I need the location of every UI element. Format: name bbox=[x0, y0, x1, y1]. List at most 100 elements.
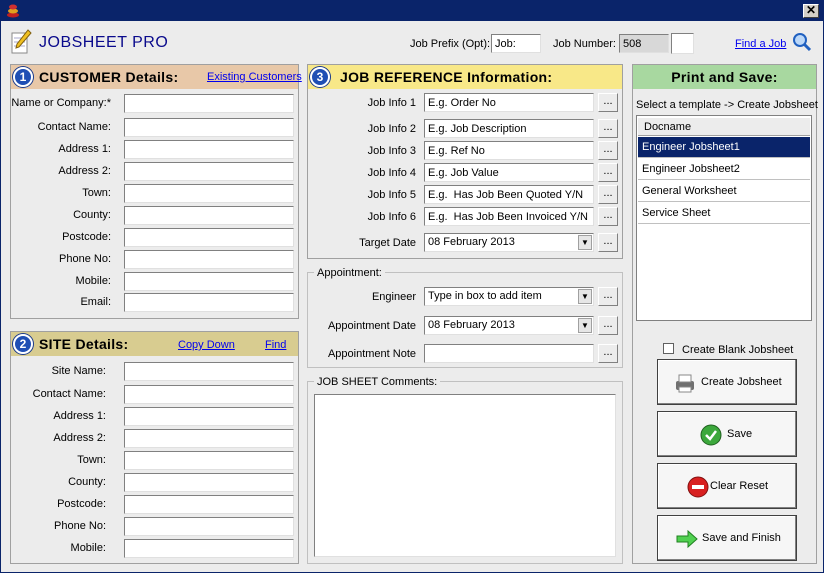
job-info-4-browse-button[interactable]: ... bbox=[598, 163, 618, 182]
job-info-4-input[interactable] bbox=[424, 163, 594, 182]
customer-contact-input[interactable] bbox=[124, 118, 294, 137]
customer-phone-label: Phone No: bbox=[59, 253, 111, 265]
customer-name-input[interactable] bbox=[124, 94, 294, 113]
job-number-box[interactable] bbox=[671, 33, 694, 54]
arrow-right-icon bbox=[676, 529, 698, 549]
site-town-input[interactable] bbox=[124, 451, 294, 470]
customer-county-input[interactable] bbox=[124, 206, 294, 225]
customer-phone-input[interactable] bbox=[124, 250, 294, 269]
dropdown-arrow-icon[interactable]: ▼ bbox=[578, 235, 592, 250]
job-info-6-browse-button[interactable]: ... bbox=[598, 207, 618, 226]
save-and-finish-button[interactable]: Save and Finish bbox=[657, 515, 797, 561]
job-sheet-comments-textarea[interactable] bbox=[314, 394, 616, 557]
app-window: ✕ JOBSHEET PRO Job Prefix (Opt): Job Num… bbox=[0, 0, 824, 573]
appointment-note-label: Appointment Note bbox=[327, 348, 416, 360]
site-county-input[interactable] bbox=[124, 473, 294, 492]
site-address1-input[interactable] bbox=[124, 407, 294, 426]
dropdown-arrow-icon[interactable]: ▼ bbox=[578, 289, 592, 304]
customer-address2-input[interactable] bbox=[124, 162, 294, 181]
existing-customers-link[interactable]: Existing Customers bbox=[207, 71, 302, 83]
target-date-browse-button[interactable]: ... bbox=[598, 233, 618, 252]
app-title: JOBSHEET PRO bbox=[39, 34, 169, 51]
notepad-pencil-icon bbox=[11, 29, 32, 54]
site-phone-label: Phone No: bbox=[54, 520, 106, 532]
job-info-5-browse-button[interactable]: ... bbox=[598, 185, 618, 204]
template-item[interactable]: Service Sheet bbox=[638, 203, 810, 224]
job-info-6-label: Job Info 6 bbox=[367, 211, 416, 223]
window-titlebar[interactable]: ✕ bbox=[1, 1, 823, 21]
close-icon: ✕ bbox=[805, 3, 817, 17]
site-town-label: Town: bbox=[77, 454, 106, 466]
create-jobsheet-label: Create Jobsheet bbox=[701, 376, 782, 388]
create-blank-jobsheet-checkbox[interactable] bbox=[663, 343, 674, 354]
site-mobile-label: Mobile: bbox=[70, 542, 106, 554]
clear-reset-button[interactable]: Clear Reset bbox=[657, 463, 797, 509]
appointment-note-browse-button[interactable]: ... bbox=[598, 344, 618, 363]
site-panel-header: 2 SITE Details: Copy Down Find bbox=[11, 332, 298, 356]
save-button[interactable]: Save bbox=[657, 411, 797, 457]
customer-mobile-input[interactable] bbox=[124, 272, 294, 291]
engineer-label: Engineer bbox=[371, 291, 416, 303]
search-icon[interactable] bbox=[792, 32, 812, 52]
site-mobile-input[interactable] bbox=[124, 539, 294, 558]
copy-down-link[interactable]: Copy Down bbox=[178, 339, 235, 351]
step-3-badge: 3 bbox=[310, 67, 330, 87]
target-date-picker[interactable]: 08 February 2013 ▼ bbox=[424, 233, 594, 252]
engineer-value: Type in box to add item bbox=[428, 290, 542, 302]
customer-town-label: Town: bbox=[82, 187, 111, 199]
job-prefix-input[interactable] bbox=[491, 34, 541, 53]
site-name-input[interactable] bbox=[124, 362, 294, 381]
template-instruction: Select a template -> Create Jobsheet bbox=[636, 99, 818, 111]
save-and-finish-label: Save and Finish bbox=[702, 532, 781, 544]
customer-address1-input[interactable] bbox=[124, 140, 294, 159]
create-jobsheet-button[interactable]: Create Jobsheet bbox=[657, 359, 797, 405]
job-info-1-input[interactable] bbox=[424, 93, 594, 112]
close-button[interactable]: ✕ bbox=[803, 4, 819, 18]
find-job-link[interactable]: Find a Job bbox=[735, 38, 786, 50]
engineer-browse-button[interactable]: ... bbox=[598, 287, 618, 306]
template-item[interactable]: Engineer Jobsheet1 bbox=[638, 137, 810, 158]
template-item[interactable]: Engineer Jobsheet2 bbox=[638, 159, 810, 180]
appointment-date-label: Appointment Date bbox=[327, 320, 416, 332]
job-number-field[interactable] bbox=[619, 34, 669, 53]
checkmark-icon bbox=[700, 424, 722, 446]
site-postcode-input[interactable] bbox=[124, 495, 294, 514]
job-info-2-label: Job Info 2 bbox=[367, 123, 416, 135]
customer-mobile-label: Mobile: bbox=[75, 275, 111, 287]
step-2-badge: 2 bbox=[13, 334, 33, 354]
customer-town-input[interactable] bbox=[124, 184, 294, 203]
customer-title: CUSTOMER Details: bbox=[39, 69, 179, 85]
customer-postcode-input[interactable] bbox=[124, 228, 294, 247]
job-info-3-browse-button[interactable]: ... bbox=[598, 141, 618, 160]
customer-email-input[interactable] bbox=[124, 293, 294, 312]
target-date-value: 08 February 2013 bbox=[428, 236, 515, 248]
site-contact-input[interactable] bbox=[124, 385, 294, 404]
job-info-2-input[interactable] bbox=[424, 119, 594, 138]
customer-name-label: Name or Company:* bbox=[11, 97, 111, 109]
site-address2-input[interactable] bbox=[124, 429, 294, 448]
docname-column-header[interactable]: Docname bbox=[638, 118, 810, 136]
template-listbox[interactable]: Docname Engineer Jobsheet1 Engineer Jobs… bbox=[636, 115, 812, 321]
job-info-1-browse-button[interactable]: ... bbox=[598, 93, 618, 112]
save-label: Save bbox=[727, 428, 753, 440]
job-info-2-browse-button[interactable]: ... bbox=[598, 119, 618, 138]
job-info-3-input[interactable] bbox=[424, 141, 594, 160]
site-find-link[interactable]: Find bbox=[265, 339, 286, 351]
appointment-date-picker[interactable]: 08 February 2013 ▼ bbox=[424, 316, 594, 335]
template-item[interactable]: General Worksheet bbox=[638, 181, 810, 202]
site-address1-label: Address 1: bbox=[53, 410, 106, 422]
site-postcode-label: Postcode: bbox=[57, 498, 106, 510]
appointment-legend: Appointment: bbox=[314, 267, 385, 279]
step-1-badge: 1 bbox=[13, 67, 33, 87]
app-icon bbox=[7, 4, 19, 18]
job-info-6-input[interactable] bbox=[424, 207, 594, 226]
engineer-combobox[interactable]: Type in box to add item ▼ bbox=[424, 287, 594, 306]
target-date-label: Target Date bbox=[359, 237, 416, 249]
site-address2-label: Address 2: bbox=[53, 432, 106, 444]
appointment-note-input[interactable] bbox=[424, 344, 594, 363]
job-info-5-input[interactable] bbox=[424, 185, 594, 204]
dropdown-arrow-icon[interactable]: ▼ bbox=[578, 318, 592, 333]
site-phone-input[interactable] bbox=[124, 517, 294, 536]
print-save-title: Print and Save: bbox=[671, 69, 778, 85]
appointment-date-browse-button[interactable]: ... bbox=[598, 316, 618, 335]
